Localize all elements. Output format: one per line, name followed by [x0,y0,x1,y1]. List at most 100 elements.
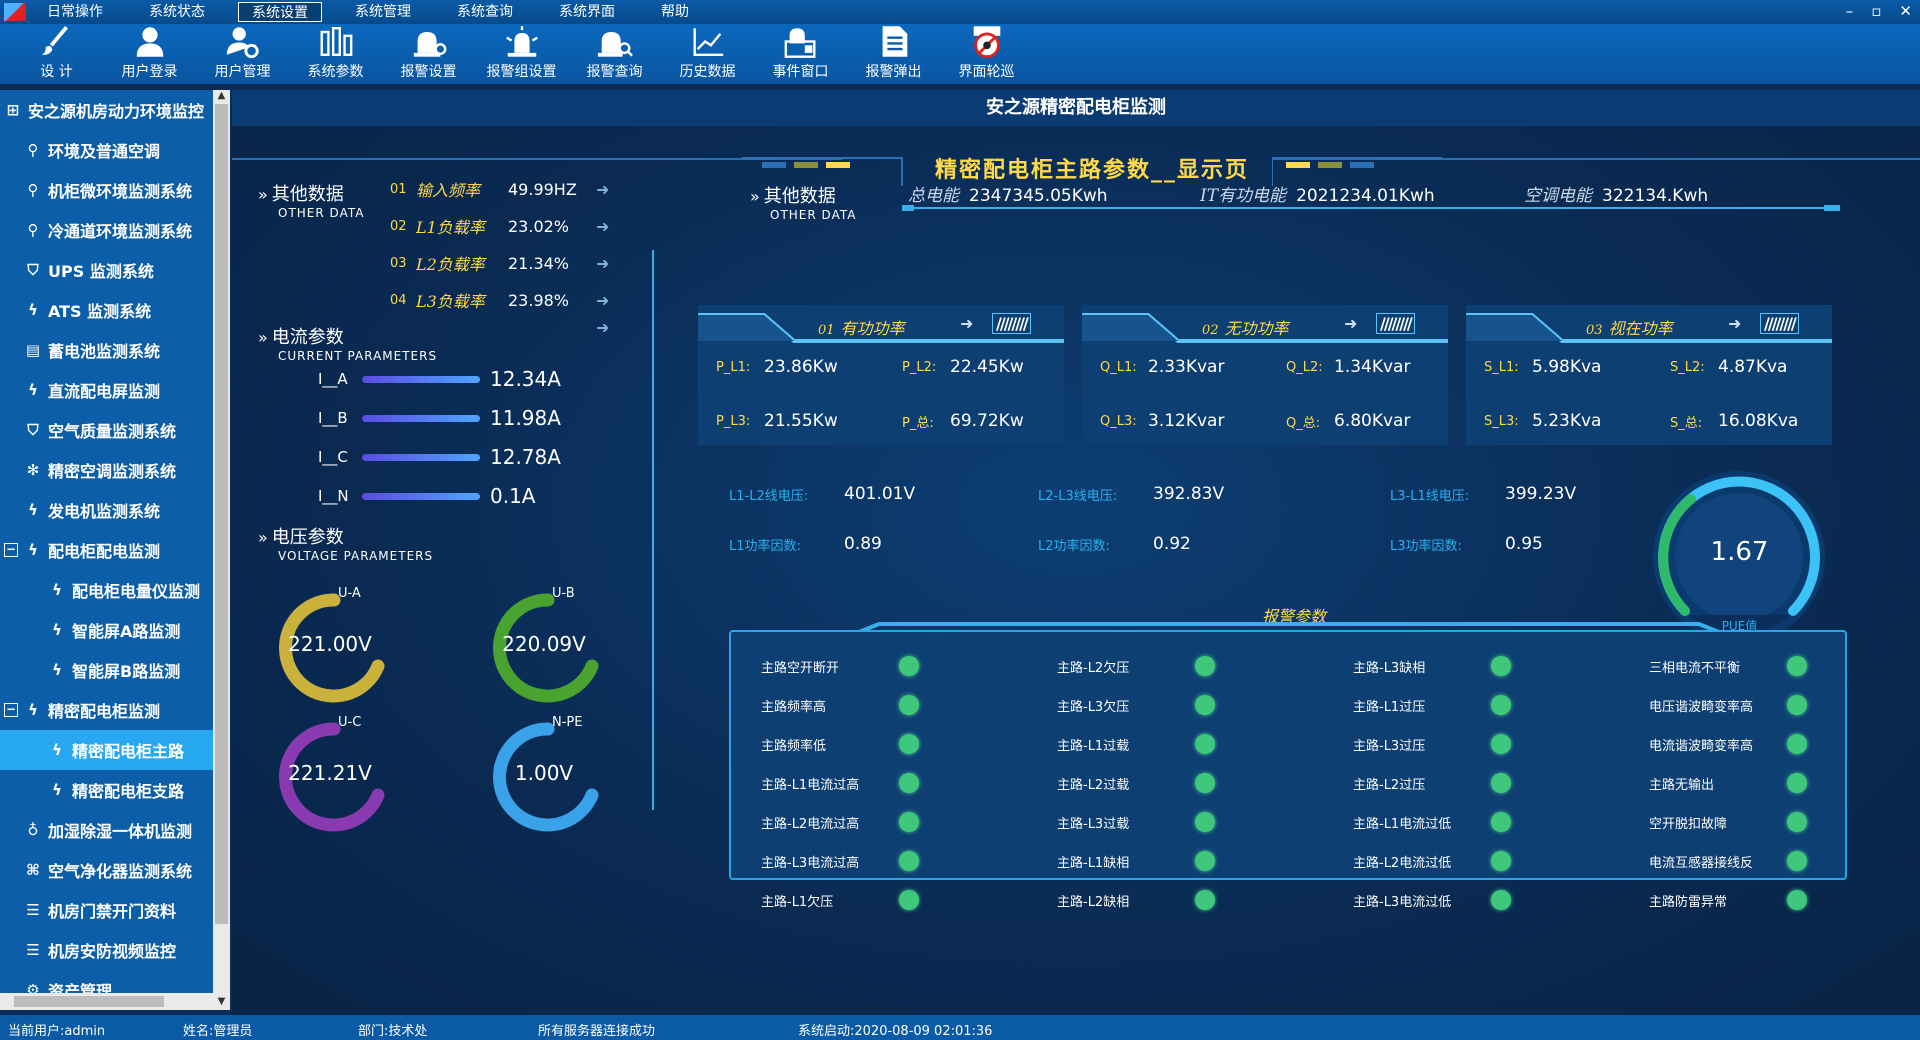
sidebar-item-label: 机柜微环境监测系统 [48,182,193,201]
drop-icon: ♁ [27,821,39,839]
shield-icon: ⛉ [27,261,39,279]
arrow-right-icon[interactable]: ➜ [596,180,609,199]
menu-system-status[interactable]: 系统状态 [136,2,218,22]
power-cell: S_总: 16.08Kva [1670,411,1798,431]
menu-daily-ops[interactable]: 日常操作 [34,2,116,22]
sidebar-item-label: 配电柜电量仪监测 [72,582,201,601]
shield-icon: ⛉ [27,421,39,439]
line-value-row: L3-L1线电压: 399.23V [1390,484,1576,504]
sidebar-item[interactable]: ⊞ 安之源机房动力环境监控 [0,90,213,130]
sidebar-item[interactable]: ⚲ 冷通道环境监测系统 [0,210,213,250]
alarm-item: 三相电流不平衡 [1649,650,1904,682]
restore-icon[interactable]: ▫ [1871,2,1881,20]
alarm-status-indicator [1195,851,1215,871]
alarm-popup-button[interactable]: 报警弹出 [847,24,940,84]
sidebar-item[interactable]: − ϟ 精密配电柜监测 [0,690,213,730]
menu-system-ui[interactable]: 系统界面 [546,2,628,22]
row-value: 21.34% [508,253,570,273]
current-value: 0.1A [490,484,536,508]
power-cell: Q_L3: 3.12Kvar [1100,411,1224,431]
menu-system-query[interactable]: 系统查询 [444,2,526,22]
sidebar-item-label: 安之源机房动力环境监控 [28,102,205,121]
hscroll-thumb[interactable] [14,996,164,1007]
sidebar-item[interactable]: ϟ 智能屏A路监测 [0,610,213,650]
line-value: 0.95 [1505,534,1543,554]
arrow-right-icon[interactable]: ➜ [596,318,609,337]
close-icon[interactable]: ✕ [1899,2,1912,20]
menu-help[interactable]: 帮助 [648,2,702,22]
alarm-status-indicator [1195,890,1215,910]
sidebar-item[interactable]: ϟ 配电柜电量仪监测 [0,570,213,610]
row-number: 03 [390,255,407,271]
alarm-group-button[interactable]: 报警组设置 [475,24,568,84]
arrow-right-icon[interactable]: ➜ [596,217,609,236]
line-value: 0.89 [844,534,882,554]
sidebar-item[interactable]: ⛉ UPS 监测系统 [0,250,213,290]
history-data-button[interactable]: 历史数据 [661,24,754,84]
collapse-toggle-icon[interactable]: − [4,543,18,557]
sidebar-item[interactable]: ☰ 机房安防视频监控 [0,930,213,970]
sidebar-item[interactable]: ✻ 精密空调监测系统 [0,450,213,490]
current-row: I__C 12.78A [318,445,561,469]
sidebar-item[interactable]: ⚲ 机柜微环境监测系统 [0,170,213,210]
sidebar-item-label: 精密配电柜主路 [72,742,185,761]
event-window-button[interactable]: 事件窗口 [754,24,847,84]
sidebar-vscrollbar[interactable]: ▲ ▼ [213,90,230,1010]
sidebar-item[interactable]: ☰ 机房门禁开门资料 [0,890,213,930]
minimize-icon[interactable]: – [1846,2,1854,20]
other-data-row: 01 输入频率 49.99HZ ➜ [390,174,609,204]
design-button[interactable]: 设 计 [10,24,103,84]
sidebar-item-label: 机房门禁开门资料 [48,902,177,921]
sidebar-item-label: 精密配电柜监测 [48,702,161,721]
scroll-thumb[interactable] [215,104,228,924]
sidebar-item[interactable]: ⌘ 空气净化器监测系统 [0,850,213,890]
app-logo-icon [4,3,26,21]
alarm-label: 主路-L1电流过高 [761,777,860,793]
sidebar-item[interactable]: ϟ 智能屏B路监测 [0,650,213,690]
bolt-icon: ϟ [52,741,62,759]
menu-system-manage[interactable]: 系统管理 [342,2,424,22]
arrow-right-icon[interactable]: ➜ [596,254,609,273]
alarm-status-indicator [1787,695,1807,715]
alarm-label: 主路-L2电流过高 [761,816,860,832]
sidebar-item[interactable]: ♁ 加湿除湿一体机监测 [0,810,213,850]
sidebar-item[interactable]: ϟ 发电机监测系统 [0,490,213,530]
row-number: 01 [390,181,407,197]
alarm-item: 主路-L2缺相 [1057,884,1312,916]
stripes-icon: //////// [992,313,1031,334]
power-cell: Q_L1: 2.33Kvar [1100,357,1224,377]
sidebar-item[interactable]: ▤ 蓄电池监测系统 [0,330,213,370]
system-params-button[interactable]: 系统参数 [289,24,382,84]
sidebar-item[interactable]: ϟ 精密配电柜支路 [0,770,213,810]
user-login-button[interactable]: 用户登录 [103,24,196,84]
line-value: 0.92 [1153,534,1191,554]
alarm-label: 主路-L3电流过低 [1353,894,1452,910]
alarm-item: 主路空开断开 [761,650,1016,682]
scroll-up-icon[interactable]: ▲ [213,90,230,101]
scroll-down-icon[interactable]: ▼ [213,996,230,1007]
bolt-icon: ϟ [28,701,38,719]
alarm-status-indicator [1787,890,1807,910]
event-window-icon [784,28,815,58]
sidebar-item[interactable]: ϟ 直流配电屏监测 [0,370,213,410]
arrow-right-icon: ➜ [1344,314,1358,333]
menu-system-settings[interactable]: 系统设置 [238,2,322,22]
alarm-query-button[interactable]: 报警查询 [568,24,661,84]
sidebar-item[interactable]: ϟ 精密配电柜主路 [0,730,213,770]
collapse-toggle-icon[interactable]: − [4,703,18,717]
sidebar-item[interactable]: ϟ ATS 监测系统 [0,290,213,330]
ui-patrol-button[interactable]: 界面轮巡 [940,24,1033,84]
arrow-right-icon[interactable]: ➜ [596,291,609,310]
sidebar-hscrollbar[interactable] [0,993,213,1010]
alarm-item: 主路-L3过载 [1057,806,1312,838]
alarm-status-indicator [899,734,919,754]
sidebar-item[interactable]: − ϟ 配电柜配电监测 [0,530,213,570]
sidebar-item[interactable]: ⛉ 空气质量监测系统 [0,410,213,450]
sensor-icon: ⚲ [27,221,39,239]
gauge-value: 221.21V [288,761,372,785]
sidebar-item[interactable]: ⚲ 环境及普通空调 [0,130,213,170]
power-key: Q_L1: [1100,359,1137,375]
user-manage-button[interactable]: 用户管理 [196,24,289,84]
alarm-settings-button[interactable]: 报警设置 [382,24,475,84]
alarm-item: 主路无输出 [1649,767,1904,799]
